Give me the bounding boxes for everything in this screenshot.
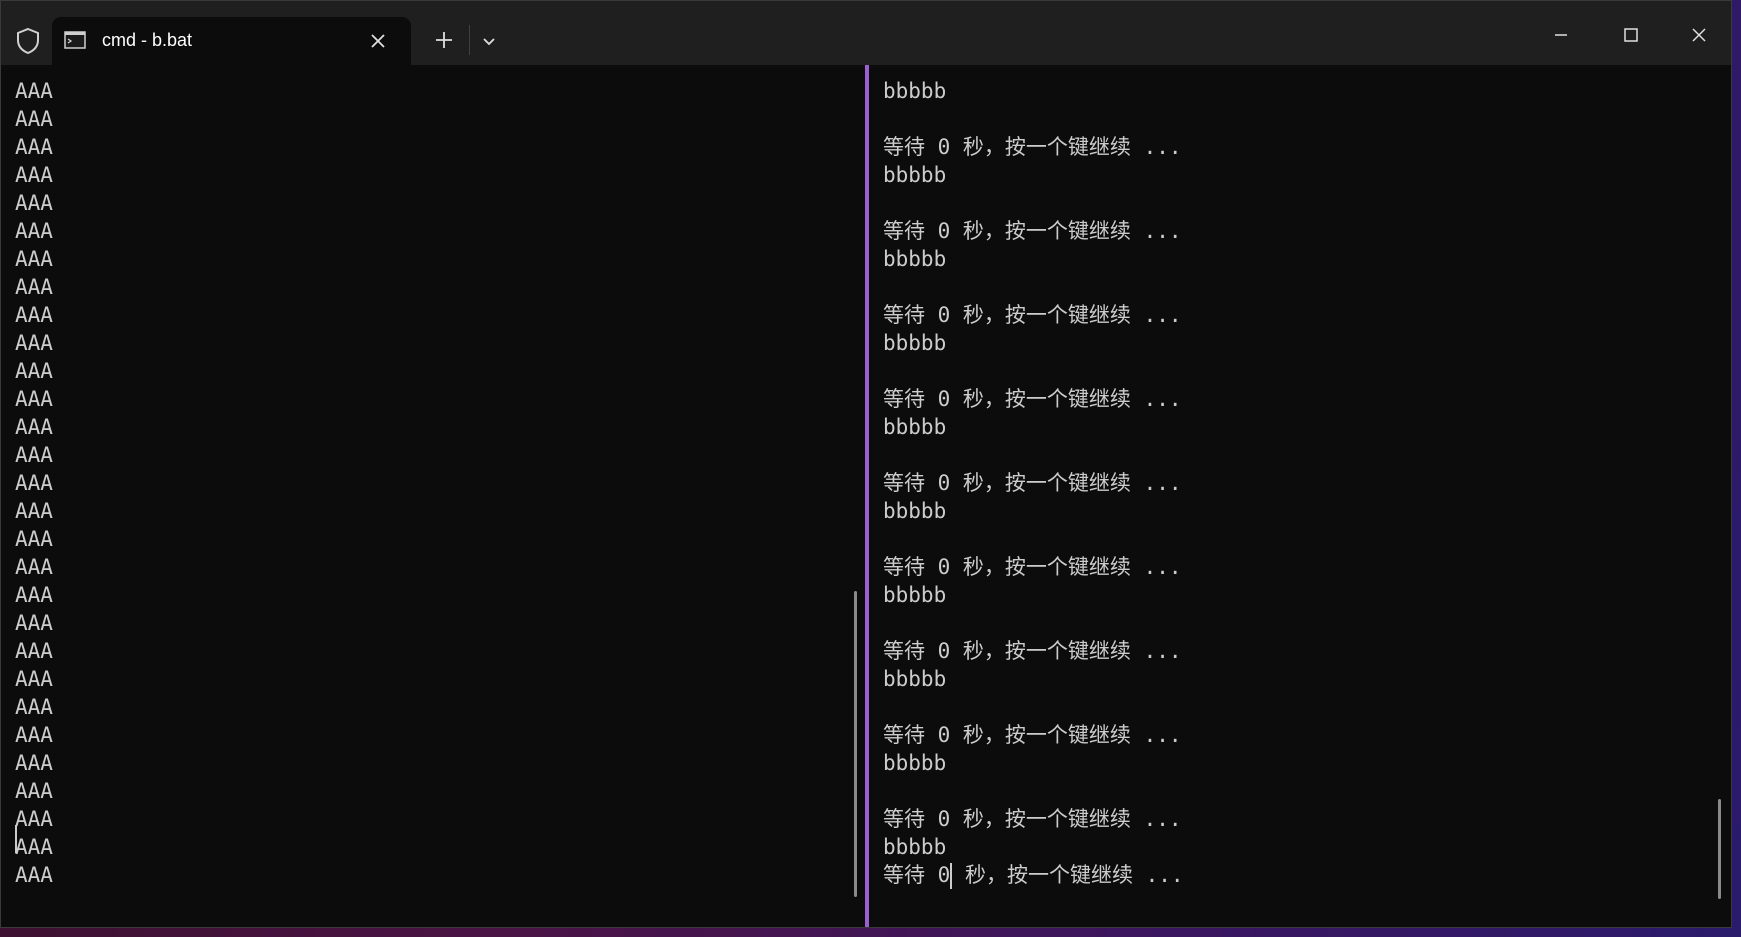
chevron-down-icon[interactable] xyxy=(477,29,501,53)
terminal-line: AAA xyxy=(15,807,53,831)
terminal-line: bbbbb xyxy=(883,247,947,271)
terminal-line: AAA xyxy=(15,219,53,243)
close-icon[interactable] xyxy=(1683,19,1715,51)
terminal-line: AAA xyxy=(15,555,53,579)
terminal-output-right: bbbbb 等待 0 秒，按一个键继续 ... bbbbb 等待 0 秒，按一个键… xyxy=(883,77,1184,889)
terminal-line: 等待 0 秒，按一个键继续 ... xyxy=(883,135,1182,159)
terminal-line: AAA xyxy=(15,583,53,607)
terminal-line: AAA xyxy=(15,863,53,887)
terminal-line: AAA xyxy=(15,611,53,635)
tab-title: cmd - b.bat xyxy=(102,30,193,50)
terminal-line: bbbbb xyxy=(883,163,947,187)
terminal-line: AAA xyxy=(15,751,53,775)
terminal-line: bbbbb xyxy=(883,331,947,355)
terminal-line: 等待 0 秒，按一个键继续 ... xyxy=(883,471,1182,495)
terminal-line: AAA xyxy=(15,359,53,383)
terminal-line: AAA xyxy=(15,779,53,803)
terminal-line: AAA xyxy=(15,471,53,495)
terminal-line: AAA xyxy=(15,835,53,859)
terminal-line: AAA xyxy=(15,163,53,187)
terminal-line: bbbbb xyxy=(883,415,947,439)
terminal-line: 等待 0 秒，按一个键继续 ... xyxy=(883,723,1182,747)
terminal-line: 等待 0 秒，按一个键继续 ... xyxy=(883,639,1182,663)
terminal-line: AAA xyxy=(15,275,53,299)
minimize-icon[interactable] xyxy=(1545,19,1577,51)
scrollbar-right[interactable] xyxy=(1718,799,1721,899)
terminal-prompt-line: 等待 0 秒，按一个键继续 ... xyxy=(883,861,1184,889)
terminal-line: 等待 0 秒，按一个键继续 ... xyxy=(883,387,1182,411)
terminal-line: AAA xyxy=(15,135,53,159)
prompt-text-after-cursor: 秒，按一个键继续 ... xyxy=(952,863,1184,887)
terminal-line: AAA xyxy=(15,331,53,355)
terminal-line: 等待 0 秒，按一个键继续 ... xyxy=(883,555,1182,579)
plus-icon[interactable] xyxy=(431,27,457,53)
terminal-line: AAA xyxy=(15,499,53,523)
terminal-line: AAA xyxy=(15,191,53,215)
terminal-output-left: AAA AAA AAA AAA AAA AAA AAA AAA AAA AAA AAA AAA AAA A… xyxy=(15,77,53,889)
terminal-line: AAA xyxy=(15,387,53,411)
terminal-line: AAA xyxy=(15,695,53,719)
maximize-icon[interactable] xyxy=(1615,19,1647,51)
terminal-line: bbbbb xyxy=(883,583,947,607)
close-icon[interactable] xyxy=(366,29,390,53)
terminal-line: AAA xyxy=(15,639,53,663)
terminal-pane-right[interactable]: bbbbb 等待 0 秒，按一个键继续 ... bbbbb 等待 0 秒，按一个键… xyxy=(869,65,1731,927)
text-cursor-left xyxy=(15,825,17,853)
prompt-text-before-cursor: 等待 0 xyxy=(883,863,951,887)
shield-icon xyxy=(17,27,39,55)
terminal-line: AAA xyxy=(15,415,53,439)
terminal-line: 等待 0 秒，按一个键继续 ... xyxy=(883,807,1182,831)
terminal-line: AAA xyxy=(15,527,53,551)
terminal-line: bbbbb xyxy=(883,499,947,523)
terminal-line: AAA xyxy=(15,247,53,271)
tab-cmd[interactable]: cmd - b.bat xyxy=(52,17,411,65)
terminal-line: bbbbb xyxy=(883,751,947,775)
terminal-line: bbbbb xyxy=(883,667,947,691)
terminal-window: cmd - b.bat AAA AAA AAA AAA AAA AAA AAA AAA AAA A… xyxy=(0,0,1732,928)
terminal-line: AAA xyxy=(15,107,53,131)
title-bar[interactable]: cmd - b.bat xyxy=(1,1,1731,65)
terminal-line: AAA xyxy=(15,79,53,103)
terminal-line: 等待 0 秒，按一个键继续 ... xyxy=(883,303,1182,327)
terminal-icon xyxy=(64,31,86,49)
terminal-line: AAA xyxy=(15,303,53,327)
terminal-pane-left[interactable]: AAA AAA AAA AAA AAA AAA AAA AAA AAA AAA AAA AAA AAA A… xyxy=(1,65,863,927)
terminal-line: AAA xyxy=(15,667,53,691)
terminal-line: AAA xyxy=(15,443,53,467)
terminal-line: AAA xyxy=(15,723,53,747)
terminal-line: 等待 0 秒，按一个键继续 ... xyxy=(883,219,1182,243)
terminal-line: bbbbb xyxy=(883,79,947,103)
tab-separator xyxy=(469,25,470,55)
scrollbar-left[interactable] xyxy=(854,591,857,897)
terminal-line: bbbbb xyxy=(883,835,947,859)
